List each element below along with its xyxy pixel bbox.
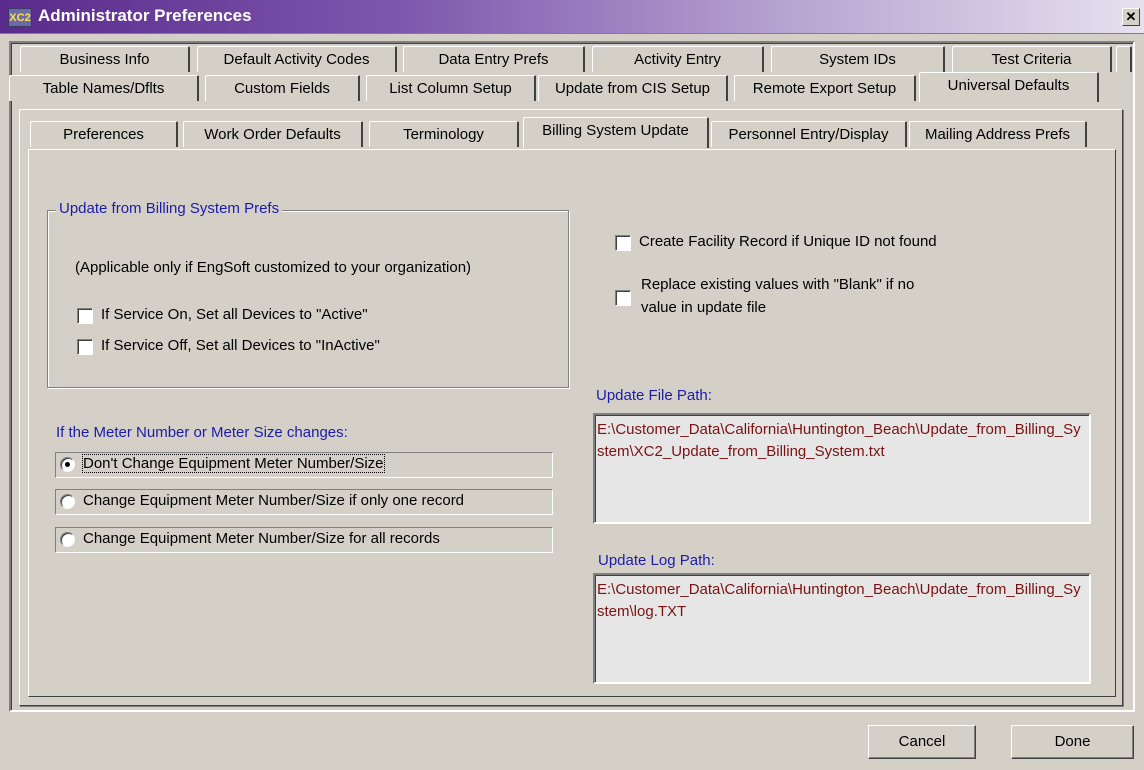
meter-option-label: Don't Change Equipment Meter Number/Size	[82, 454, 385, 473]
customization-note: (Applicable only if EngSoft customized t…	[75, 259, 472, 276]
tab-universal-defaults[interactable]: Universal Defaults	[919, 72, 1099, 102]
tab-terminology[interactable]: Terminology	[369, 121, 519, 147]
tab-table-names[interactable]: Table Names/Dflts	[9, 75, 199, 101]
meter-option-label: Change Equipment Meter Number/Size for a…	[83, 530, 440, 547]
service-off-label: If Service Off, Set all Devices to "InAc…	[101, 337, 380, 354]
radio-button[interactable]	[60, 532, 75, 547]
meter-option-change-all[interactable]: Change Equipment Meter Number/Size for a…	[55, 527, 553, 553]
meter-option-change-one[interactable]: Change Equipment Meter Number/Size if on…	[55, 489, 553, 515]
update-file-path-field[interactable]: E:\Customer_Data\California\Huntington_B…	[593, 413, 1091, 524]
radio-button[interactable]	[60, 494, 75, 509]
tab-mailing-address-prefs[interactable]: Mailing Address Prefs	[909, 121, 1087, 147]
tab-preferences[interactable]: Preferences	[30, 121, 178, 147]
meter-option-dont-change[interactable]: Don't Change Equipment Meter Number/Size	[55, 452, 553, 478]
tab-remote-export-setup[interactable]: Remote Export Setup	[734, 75, 916, 101]
radio-button-selected[interactable]	[60, 457, 75, 472]
service-on-label: If Service On, Set all Devices to "Activ…	[101, 306, 368, 323]
update-log-path-field[interactable]: E:\Customer_Data\California\Huntington_B…	[593, 573, 1091, 684]
update-file-path-label: Update File Path:	[596, 387, 712, 404]
window-title: Administrator Preferences	[38, 6, 252, 25]
create-facility-label: Create Facility Record if Unique ID not …	[639, 233, 937, 250]
cancel-button[interactable]: Cancel	[868, 725, 976, 759]
tab-activity-entry[interactable]: Activity Entry	[592, 46, 764, 72]
tab-default-activity-codes[interactable]: Default Activity Codes	[197, 46, 397, 72]
tab-test-criteria[interactable]: Test Criteria	[952, 46, 1112, 72]
update-log-path-label: Update Log Path:	[598, 552, 715, 569]
tab-work-order-defaults[interactable]: Work Order Defaults	[183, 121, 363, 147]
tab-personnel-entry-display[interactable]: Personnel Entry/Display	[711, 121, 907, 147]
app-icon: XC2	[8, 8, 32, 27]
replace-values-line1: Replace existing values with "Blank" if …	[641, 276, 915, 293]
service-on-checkbox[interactable]	[77, 308, 93, 324]
replace-values-checkbox[interactable]	[615, 290, 631, 306]
tab-overflow[interactable]	[1116, 46, 1132, 72]
replace-values-line2: value in update file	[641, 299, 767, 316]
tab-list-column-setup[interactable]: List Column Setup	[366, 75, 536, 101]
tab-billing-system-update[interactable]: Billing System Update	[523, 117, 709, 148]
title-bar: XC2 Administrator Preferences ✕	[0, 0, 1144, 34]
tab-system-ids[interactable]: System IDs	[771, 46, 945, 72]
done-button[interactable]: Done	[1011, 725, 1134, 759]
tab-data-entry-prefs[interactable]: Data Entry Prefs	[403, 46, 585, 72]
tab-business-info[interactable]: Business Info	[20, 46, 190, 72]
billing-prefs-group-title: Update from Billing System Prefs	[56, 200, 283, 217]
meter-change-heading: If the Meter Number or Meter Size change…	[56, 424, 348, 441]
meter-option-label: Change Equipment Meter Number/Size if on…	[83, 492, 465, 509]
tab-custom-fields[interactable]: Custom Fields	[205, 75, 360, 101]
create-facility-checkbox[interactable]	[615, 235, 631, 251]
tab-update-from-cis-setup[interactable]: Update from CIS Setup	[538, 75, 728, 101]
close-icon[interactable]: ✕	[1122, 8, 1140, 26]
service-off-checkbox[interactable]	[77, 339, 93, 355]
billing-prefs-groupbox	[47, 210, 569, 388]
